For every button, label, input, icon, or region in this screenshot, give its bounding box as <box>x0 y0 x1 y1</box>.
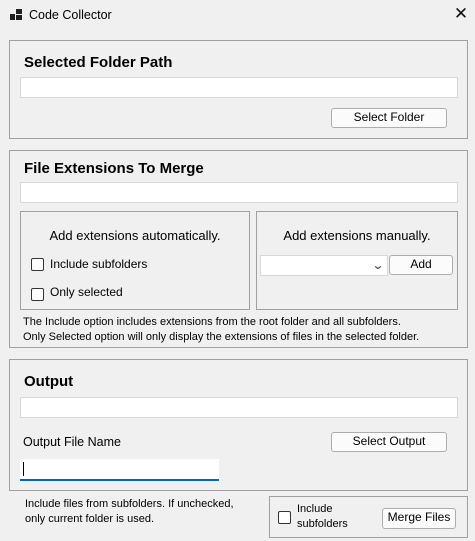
chevron-down-icon: ⌄ <box>371 258 385 272</box>
extensions-help-line-2: Only Selected option will only display t… <box>23 331 420 343</box>
app-grid-icon <box>10 9 22 21</box>
merge-files-button[interactable]: Merge Files <box>382 508 456 529</box>
include-subfolders-merge-label-2: subfolders <box>297 518 348 530</box>
select-output-button[interactable]: Select Output <box>331 432 447 452</box>
window-title: Code Collector <box>29 8 112 22</box>
select-folder-button[interactable]: Select Folder <box>331 108 447 128</box>
include-subfolders-auto-label: Include subfolders <box>50 257 148 271</box>
extensions-input[interactable] <box>21 183 457 202</box>
only-selected-checkbox[interactable] <box>31 288 44 301</box>
close-icon[interactable]: ✕ <box>449 3 473 27</box>
output-file-name-input[interactable] <box>20 459 219 481</box>
extensions-heading: File Extensions To Merge <box>24 160 204 177</box>
output-heading: Output <box>24 373 74 390</box>
folder-path-field[interactable] <box>20 77 458 98</box>
add-extension-button[interactable]: Add <box>389 255 453 275</box>
auto-extensions-heading: Add extensions automatically. <box>49 228 221 243</box>
include-subfolders-merge-label-1: Include <box>297 503 333 515</box>
manual-extensions-heading: Add extensions manually. <box>283 228 431 243</box>
footer-note-line-1: Include files from subfolders. If unchec… <box>25 498 234 510</box>
extension-dropdown[interactable]: ⌄ <box>260 255 388 276</box>
folder-path-input[interactable] <box>21 78 457 97</box>
include-subfolders-merge-checkbox[interactable] <box>278 511 291 524</box>
text-caret <box>23 462 24 476</box>
only-selected-label: Only selected <box>50 285 123 299</box>
include-subfolders-auto-checkbox[interactable] <box>31 258 44 271</box>
output-path-input[interactable] <box>21 398 457 417</box>
extensions-help-line-1: The Include option includes extensions f… <box>23 316 401 328</box>
folder-path-heading: Selected Folder Path <box>24 54 173 71</box>
output-file-name-label: Output File Name <box>23 435 121 449</box>
extensions-field[interactable] <box>20 182 458 203</box>
footer-note-line-2: only current folder is used. <box>25 513 155 525</box>
output-path-field[interactable] <box>20 397 458 418</box>
